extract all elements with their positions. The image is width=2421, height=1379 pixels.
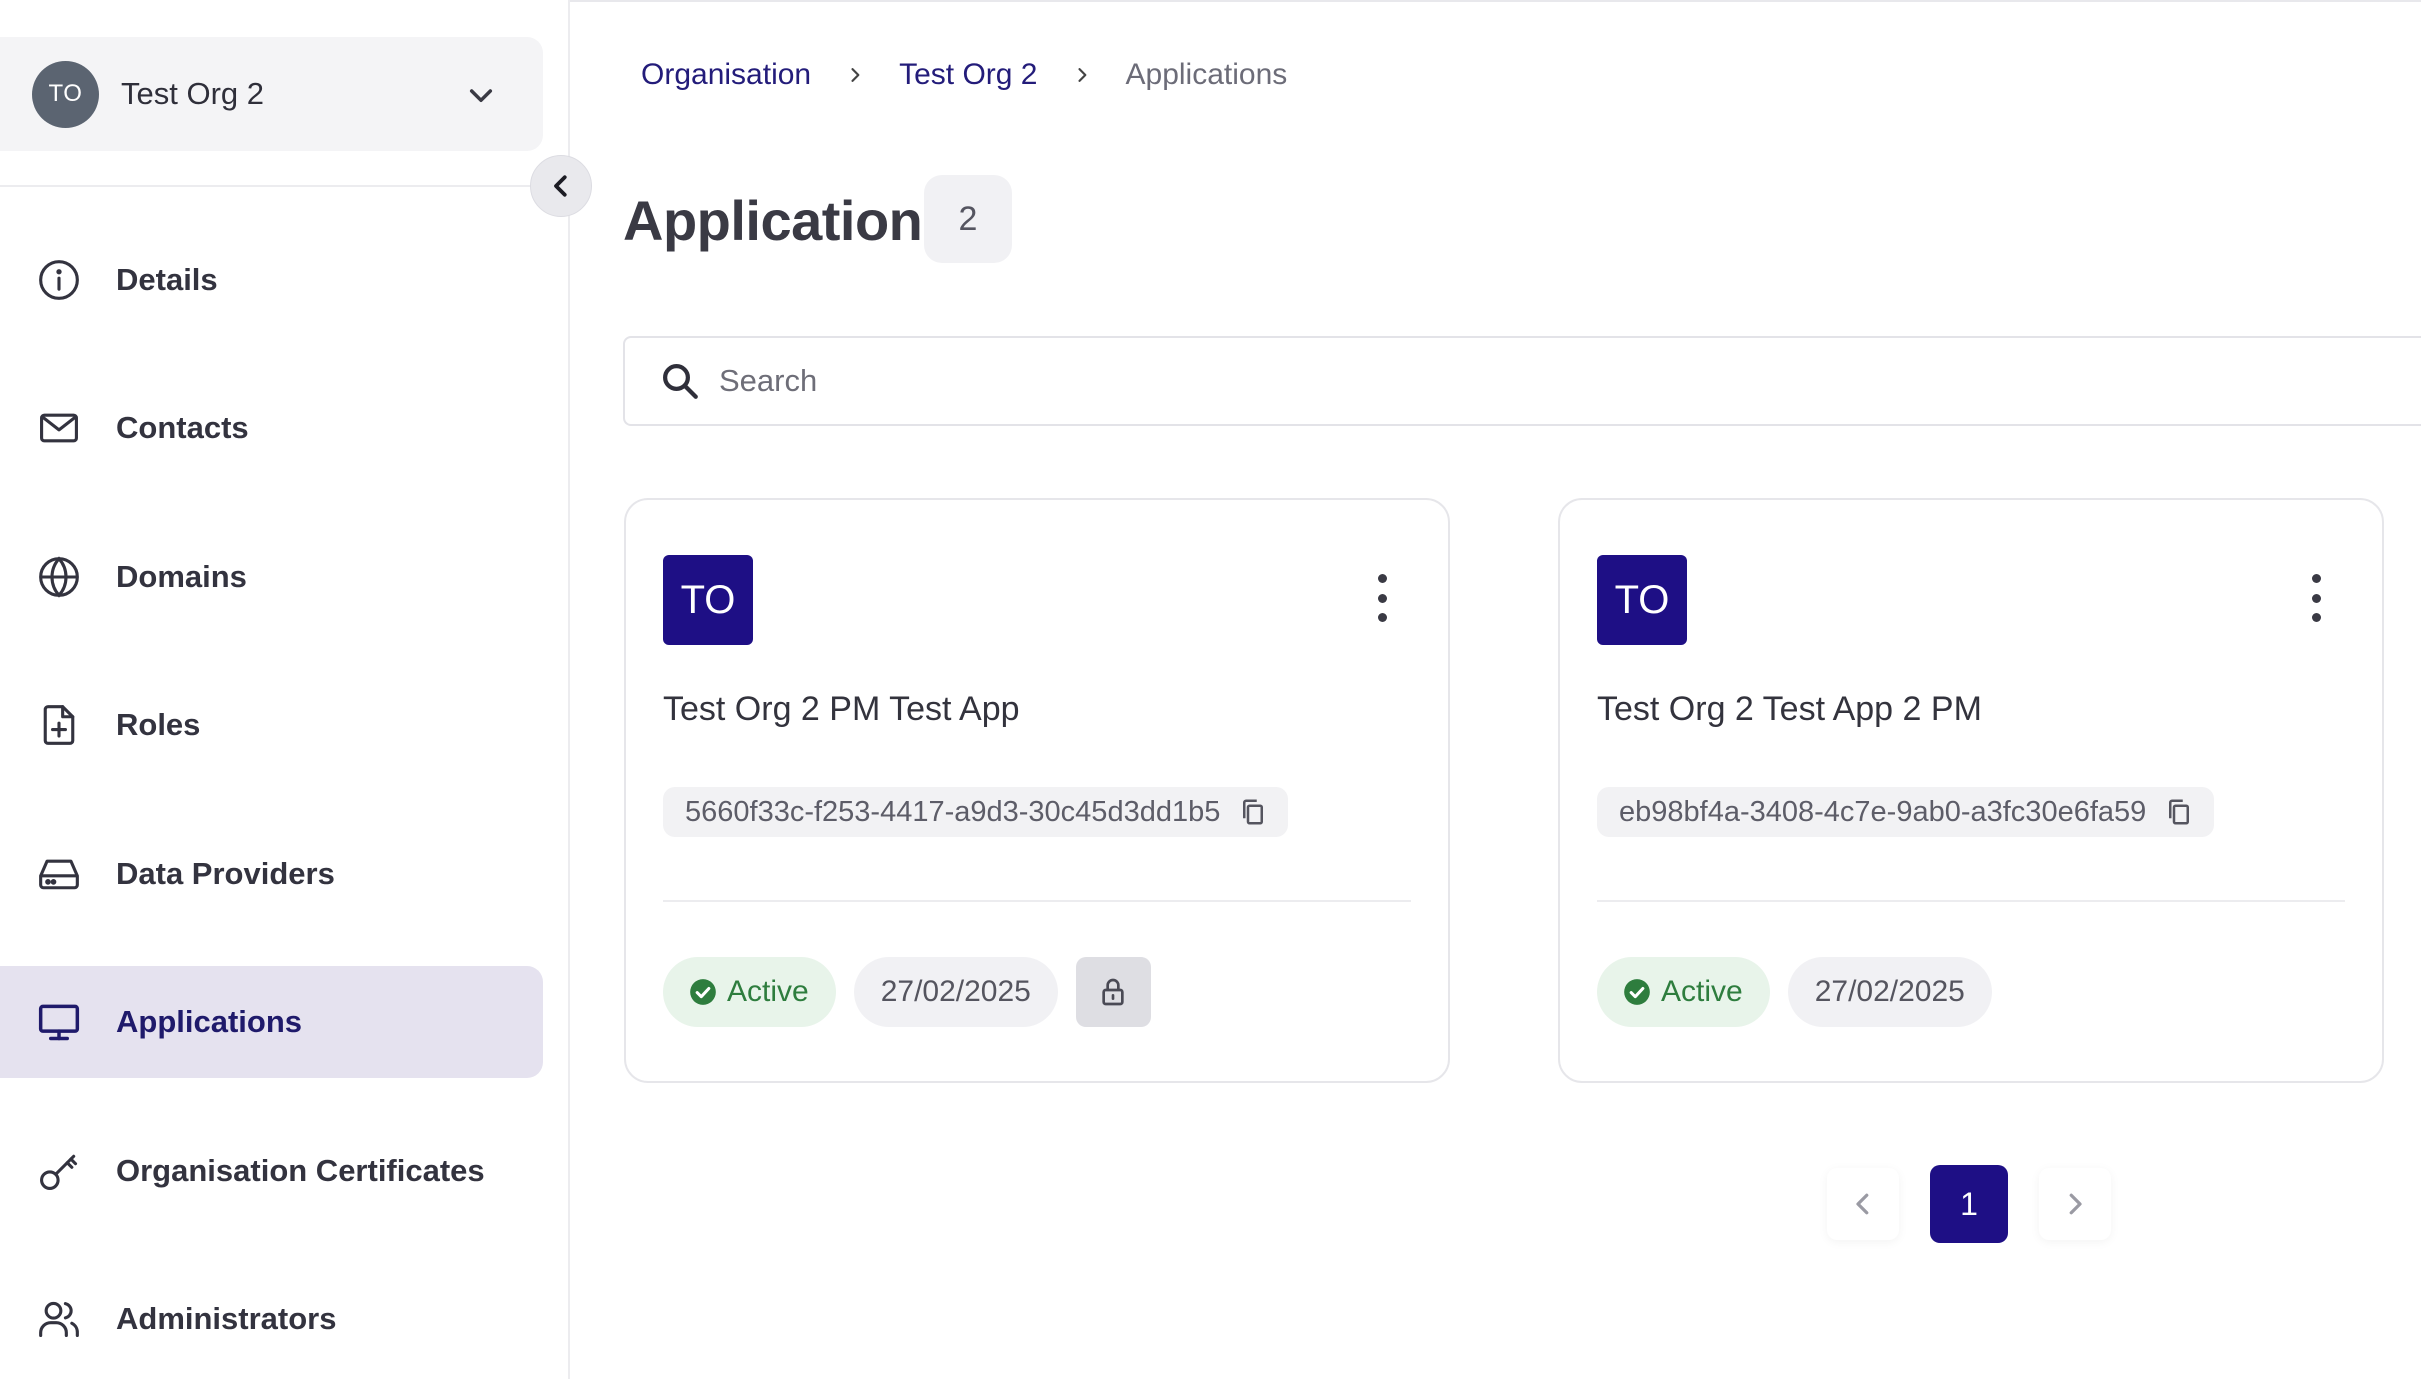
key-icon [36,1148,82,1194]
mail-icon [36,405,82,451]
chevron-right-icon [1072,65,1092,85]
card-divider [663,900,1411,902]
org-avatar: TO [32,60,99,128]
sidebar-item-label: Administrators [116,1301,337,1336]
copy-icon[interactable] [1238,797,1268,827]
breadcrumb-link-org[interactable]: Test Org 2 [899,58,1037,92]
sidebar-item-label: Data Providers [116,856,335,891]
sidebar-item-roles[interactable]: Roles [0,669,543,781]
search-icon [659,359,703,403]
application-card[interactable]: TO Test Org 2 PM Test App 5660f33c-f253-… [624,498,1450,1083]
next-page-button[interactable] [2039,1168,2111,1240]
card-footer: Active 27/02/2025 [1597,957,1992,1027]
breadcrumb-link-organisation[interactable]: Organisation [641,58,811,92]
copy-icon[interactable] [2164,797,2194,827]
sidebar-item-applications[interactable]: Applications [0,966,543,1078]
sidebar-item-label: Organisation Certificates [116,1153,485,1188]
check-circle-icon [1623,978,1651,1006]
app-id-chip: 5660f33c-f253-4417-a9d3-30c45d3dd1b5 [663,787,1289,837]
check-circle-icon [689,978,717,1006]
chevron-right-icon [845,65,865,85]
sidebar-item-label: Domains [116,559,247,594]
app-avatar: TO [1597,555,1687,645]
sidebar-item-domains[interactable]: Domains [0,521,543,633]
chevron-left-icon [1848,1189,1878,1219]
more-vertical-icon[interactable] [1372,574,1392,622]
breadcrumb-current: Applications [1125,58,1288,91]
card-footer: Active 27/02/2025 [663,957,1151,1027]
date-badge: 27/02/2025 [853,957,1058,1027]
status-badge: Active [663,957,836,1027]
file-plus-icon [36,702,82,748]
sidebar-item-label: Contacts [116,410,249,445]
info-icon [36,257,82,303]
app-avatar: TO [663,555,753,645]
org-name: Test Org 2 [121,76,264,111]
date-badge: 27/02/2025 [1787,957,1992,1027]
sidebar-item-label: Roles [116,707,201,742]
status-badge: Active [1597,957,1770,1027]
sidebar-divider [0,185,568,187]
sidebar-item-label: Applications [116,1004,303,1039]
app-id-chip: eb98bf4a-3408-4c7e-9ab0-a3fc30e6fa59 [1597,787,2215,837]
chevron-left-icon [546,171,576,201]
app-name: Test Org 2 Test App 2 PM [1597,690,1982,728]
lock-button[interactable] [1075,957,1151,1027]
sidebar: TO Test Org 2 Details Contacts Domains R… [0,0,570,1379]
app-id-text: eb98bf4a-3408-4c7e-9ab0-a3fc30e6fa59 [1619,795,2147,828]
status-text: Active [727,975,809,1008]
more-vertical-icon[interactable] [2306,574,2326,622]
hard-drive-icon [36,851,82,897]
card-divider [1597,900,2345,902]
monitor-icon [36,999,82,1045]
collapse-sidebar-button[interactable] [530,155,592,217]
top-border [570,0,2421,2]
sidebar-item-contacts[interactable]: Contacts [0,372,543,484]
sidebar-item-details[interactable]: Details [0,224,543,336]
pagination: 1 [1827,1165,2111,1243]
chevron-right-icon [2060,1189,2090,1219]
applications-count-badge: 2 [924,175,1012,263]
search-bar [623,336,2421,426]
page-number-button[interactable]: 1 [1930,1165,2008,1243]
status-text: Active [1661,975,1743,1008]
sidebar-item-administrators[interactable]: Administrators [0,1263,543,1375]
application-card[interactable]: TO Test Org 2 Test App 2 PM eb98bf4a-340… [1558,498,2384,1083]
sidebar-item-label: Details [116,262,218,297]
previous-page-button[interactable] [1827,1168,1899,1240]
app-name: Test Org 2 PM Test App [663,690,1020,728]
sidebar-item-organisation-certificates[interactable]: Organisation Certificates [0,1115,543,1227]
breadcrumb: Organisation Test Org 2 Applications [641,58,1287,92]
sidebar-item-data-providers[interactable]: Data Providers [0,818,543,930]
users-icon [36,1296,82,1342]
app-root: TO Test Org 2 Details Contacts Domains R… [0,0,2421,1379]
globe-icon [36,554,82,600]
lock-icon [1097,976,1129,1008]
org-switcher[interactable]: TO Test Org 2 [0,37,543,151]
page-title: Applications [623,189,954,252]
app-id-text: 5660f33c-f253-4417-a9d3-30c45d3dd1b5 [685,795,1221,828]
search-input[interactable] [719,363,2319,399]
chevron-down-icon [465,79,497,111]
